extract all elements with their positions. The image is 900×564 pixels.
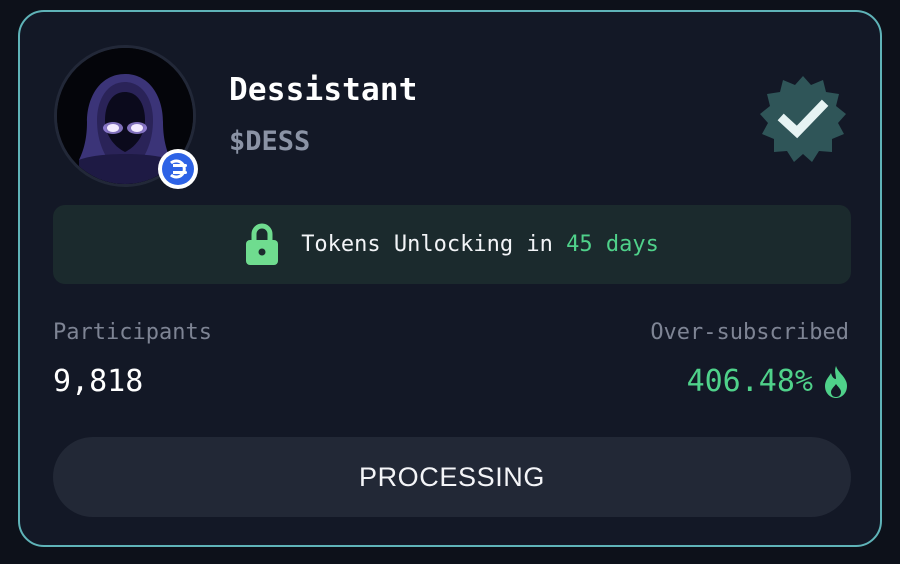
oversubscribed-label: Over-subscribed (650, 320, 849, 345)
unlock-label: Tokens Unlocking in (301, 232, 567, 257)
project-ticker: $DESS (229, 126, 311, 157)
unlock-banner: Tokens Unlocking in 45 days (53, 205, 851, 284)
verified-check-badge-icon (758, 74, 848, 164)
chain-network-icon (158, 149, 198, 189)
oversubscribed-row: 406.48% (687, 364, 849, 399)
project-avatar (54, 45, 198, 189)
oversubscribed-value: 406.48% (686, 364, 813, 399)
project-name: Dessistant (229, 72, 418, 108)
lock-icon (246, 223, 279, 265)
unlock-days: 45 days (566, 232, 659, 257)
participants-label: Participants (53, 320, 212, 345)
sale-card: Dessistant $DESS Tokens Unlocking in 45 … (18, 10, 882, 547)
fire-icon (825, 365, 847, 398)
participants-value: 9,818 (53, 364, 144, 399)
processing-button[interactable]: PROCESSING (53, 437, 851, 517)
